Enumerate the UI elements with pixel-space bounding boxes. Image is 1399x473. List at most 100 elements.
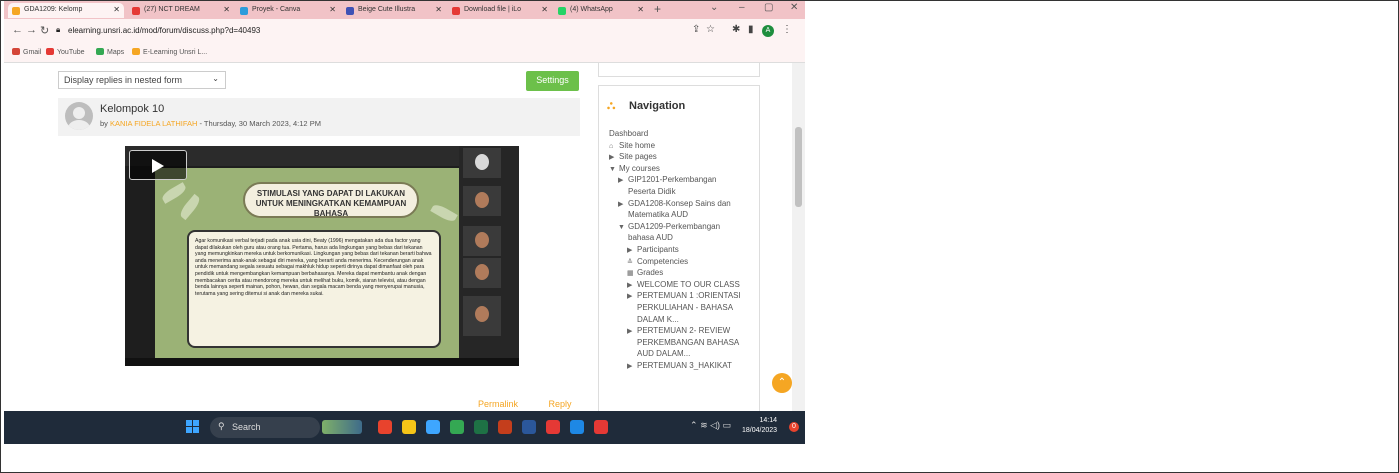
- bookmark-maps[interactable]: Maps: [96, 48, 124, 56]
- system-tray[interactable]: ⌃ ≋ ◁) ▭: [690, 420, 731, 431]
- extensions-icon[interactable]: ✱: [732, 24, 740, 35]
- menu-icon[interactable]: ⋮: [782, 24, 792, 35]
- taskbar-app-icon[interactable]: [426, 420, 440, 434]
- reload-icon[interactable]: ↻: [40, 24, 49, 37]
- navigation-title-text: Navigation: [629, 100, 686, 112]
- nav-item[interactable]: ▶ GDA1208-Konsep Sains dan: [618, 198, 731, 210]
- wifi-icon[interactable]: ≋: [700, 420, 708, 430]
- nav-item[interactable]: PERKEMBANGAN BAHASA: [637, 337, 739, 348]
- bookmark-youtube[interactable]: YouTube: [46, 48, 85, 56]
- nav-item[interactable]: DALAM K...: [637, 314, 679, 325]
- taskbar-app-icon[interactable]: [522, 420, 536, 434]
- nav-item-icon: ▶: [618, 177, 624, 185]
- person-icon: [475, 264, 489, 280]
- url-field[interactable]: 🔒︎ elearning.unsri.ac.id/mod/forum/discus…: [54, 22, 754, 40]
- taskbar-app-icon[interactable]: [402, 420, 416, 434]
- tab-ilovepdf[interactable]: Download file | iLo ✕: [448, 3, 552, 18]
- nav-item-icon: ▶: [627, 281, 633, 289]
- volume-icon[interactable]: ◁): [710, 420, 720, 430]
- tab-search-icon[interactable]: ⌄: [710, 2, 718, 13]
- nav-item[interactable]: AUD DALAM...: [637, 348, 690, 359]
- close-tab-icon[interactable]: ✕: [329, 5, 336, 14]
- bookmark-gmail[interactable]: Gmail: [12, 48, 41, 56]
- nav-item[interactable]: ⌂ Site home: [609, 140, 655, 152]
- display-mode-select[interactable]: Display replies in nested form ⌄: [58, 71, 226, 89]
- share-icon[interactable]: ⇪: [692, 24, 700, 35]
- tab-beige-cute[interactable]: Beige Cute Illustra ✕: [342, 3, 446, 18]
- close-tab-icon[interactable]: ✕: [435, 5, 442, 14]
- taskbar-app-icon[interactable]: [594, 420, 608, 434]
- battery-icon[interactable]: ▭: [723, 420, 732, 430]
- back-icon[interactable]: ←: [12, 24, 23, 36]
- nav-item[interactable]: ▼ GDA1209-Perkembangan: [618, 221, 720, 233]
- nav-item[interactable]: ▶ PERTEMUAN 2- REVIEW: [627, 325, 730, 337]
- settings-button[interactable]: Settings: [526, 71, 579, 91]
- tab-whatsapp[interactable]: (4) WhatsApp ✕: [554, 3, 648, 18]
- nav-item[interactable]: ▶ GIP1201-Perkembangan: [618, 174, 717, 186]
- taskbar-app-icon[interactable]: [322, 420, 362, 434]
- author-link[interactable]: KANIA FIDELA LATHIFAH: [110, 119, 197, 128]
- taskbar-app-icon[interactable]: [450, 420, 464, 434]
- sidepanel-icon[interactable]: ▮: [748, 24, 754, 35]
- scrollbar[interactable]: [792, 63, 805, 411]
- close-tab-icon[interactable]: ✕: [541, 5, 548, 14]
- nav-item[interactable]: ▦ Grades: [627, 267, 663, 279]
- nav-item[interactable]: Dashboard: [609, 128, 648, 139]
- windows-start-icon[interactable]: [186, 420, 200, 434]
- chevron-up-icon[interactable]: ⌃: [690, 420, 698, 430]
- nav-item[interactable]: ▶ WELCOME TO OUR CLASS: [627, 279, 740, 291]
- nav-item[interactable]: Peserta Didik: [628, 186, 676, 197]
- nav-item[interactable]: ≙ Competencies: [627, 256, 688, 268]
- nav-item[interactable]: ▶ Site pages: [609, 151, 657, 163]
- taskbar-search[interactable]: ⚲ Search: [210, 417, 320, 438]
- bookmark-elearning[interactable]: E-Learning Unsri L...: [132, 48, 207, 56]
- taskbar: ⚲ Search ⌃ ≋ ◁) ▭ 14:14 18/04/2023 0: [4, 411, 805, 444]
- avatar[interactable]: [65, 102, 93, 130]
- slide-body: Agar komunikasi verbal terjadi pada anak…: [187, 230, 441, 348]
- scrollbar-thumb[interactable]: [795, 127, 802, 207]
- video-player[interactable]: STIMULASI YANG DAPAT DI LAKUKAN UNTUK ME…: [125, 146, 519, 366]
- forward-icon[interactable]: →: [26, 24, 37, 36]
- bookmark-label: Gmail: [23, 49, 42, 56]
- star-icon[interactable]: ☆: [706, 24, 715, 35]
- tab-gda1209[interactable]: GDA1209: Kelomp ✕: [8, 3, 124, 18]
- browser-window: GDA1209: Kelomp ✕ (27) NCT DREAM ✕ Proyek …: [4, 1, 805, 444]
- bookmark-label: Maps: [107, 49, 125, 56]
- nav-item-label: bahasa AUD: [628, 233, 673, 243]
- nav-item[interactable]: PERKULIAHAN - BAHASA: [637, 302, 733, 313]
- participant-thumbnails: [459, 146, 519, 366]
- youtube-icon: [132, 7, 140, 15]
- profile-avatar[interactable]: A: [762, 25, 774, 37]
- minimize-icon[interactable]: –: [739, 2, 745, 13]
- nav-item[interactable]: ▶ Participants: [627, 244, 679, 256]
- video-control-bar[interactable]: [125, 358, 519, 366]
- close-window-icon[interactable]: ✕: [790, 2, 798, 13]
- nav-item[interactable]: ▶ PERTEMUAN 3_HAKIKAT: [627, 360, 732, 372]
- nav-item-label: Peserta Didik: [628, 187, 676, 196]
- nav-item[interactable]: bahasa AUD: [628, 232, 673, 243]
- close-tab-icon[interactable]: ✕: [113, 5, 120, 14]
- taskbar-app-icon[interactable]: [570, 420, 584, 434]
- close-tab-icon[interactable]: ✕: [223, 5, 230, 14]
- taskbar-app-icon[interactable]: [498, 420, 512, 434]
- close-tab-icon[interactable]: ✕: [637, 5, 644, 14]
- taskbar-app-icon[interactable]: [378, 420, 392, 434]
- new-tab-button[interactable]: +: [654, 2, 661, 16]
- nav-item[interactable]: ▼ My courses: [609, 163, 660, 175]
- nav-item-label: PERTEMUAN 3_HAKIKAT: [637, 361, 732, 370]
- reply-link[interactable]: Reply: [549, 399, 572, 409]
- nav-item-label: PERTEMUAN 2- REVIEW: [637, 326, 731, 336]
- clock[interactable]: 14:14 18/04/2023: [742, 416, 777, 436]
- back-to-top-button[interactable]: ⌃: [772, 373, 792, 393]
- nav-item-label: PERKULIAHAN - BAHASA: [637, 303, 734, 312]
- taskbar-app-icon[interactable]: [474, 420, 488, 434]
- restore-icon[interactable]: ▢: [764, 2, 773, 13]
- nav-item[interactable]: Matematika AUD: [628, 209, 688, 220]
- taskbar-app-icon[interactable]: [546, 420, 560, 434]
- tab-canva[interactable]: Proyek - Canva ✕: [236, 3, 340, 18]
- nav-item[interactable]: ▶ PERTEMUAN 1 :ORIENTASI: [627, 290, 741, 302]
- tab-nct-dream[interactable]: (27) NCT DREAM ✕: [128, 3, 234, 18]
- permalink-link[interactable]: Permalink: [478, 399, 518, 409]
- notification-badge[interactable]: 0: [789, 422, 799, 432]
- play-button[interactable]: [129, 150, 187, 180]
